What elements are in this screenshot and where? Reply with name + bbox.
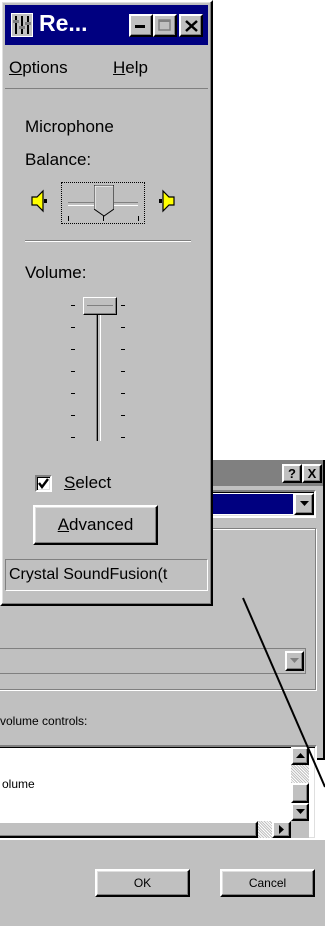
minimize-button[interactable] (129, 14, 153, 37)
device-name: Crystal SoundFusion(t (9, 566, 168, 583)
speaker-left-icon (29, 189, 51, 218)
maximize-button[interactable] (153, 14, 177, 37)
mixer-titlebar: Re... (5, 5, 208, 45)
checkmark-icon (38, 477, 49, 489)
balance-thumb[interactable] (93, 184, 115, 217)
divider (25, 240, 191, 242)
mixer-app-icon (11, 13, 33, 37)
mixer-app-icon-glyph (13, 16, 31, 34)
volume-track (96, 301, 101, 441)
advanced-label: Advanced (57, 515, 134, 534)
close-icon (184, 19, 198, 32)
advanced-button[interactable]: Advanced (33, 505, 158, 545)
speaker-right-icon (155, 189, 177, 218)
menu-options-accel: O (9, 58, 23, 77)
menu-help-accel: H (113, 58, 126, 77)
select-checkbox[interactable] (35, 474, 52, 492)
volume-thumb[interactable] (83, 297, 117, 315)
mixer-content: Microphone Balance: Volume: Select Advan… (5, 88, 208, 600)
mixer-window: Re... Options Help Microphone Balance: V… (0, 0, 213, 606)
menu-help[interactable]: Help (113, 58, 148, 78)
minimize-icon (135, 24, 145, 28)
balance-slider[interactable] (61, 182, 145, 224)
maximize-icon (158, 19, 171, 31)
select-checkbox-row[interactable]: Select (35, 472, 111, 494)
mixer-close-button[interactable] (179, 14, 203, 37)
mixer-title: Re... (39, 10, 88, 36)
volume-thumb-grip (87, 305, 113, 306)
menu-options-label: ptions (22, 58, 68, 77)
menu-help-label: elp (125, 58, 148, 77)
menu-bar: Options Help (5, 48, 208, 88)
select-label: Select (64, 473, 112, 492)
volume-label: Volume: (25, 263, 87, 282)
volume-slider[interactable] (65, 297, 135, 445)
menu-options[interactable]: Options (9, 58, 68, 78)
section-title: Microphone (25, 117, 114, 136)
status-bar: Crystal SoundFusion(t (5, 559, 208, 591)
balance-label: Balance: (25, 150, 92, 169)
